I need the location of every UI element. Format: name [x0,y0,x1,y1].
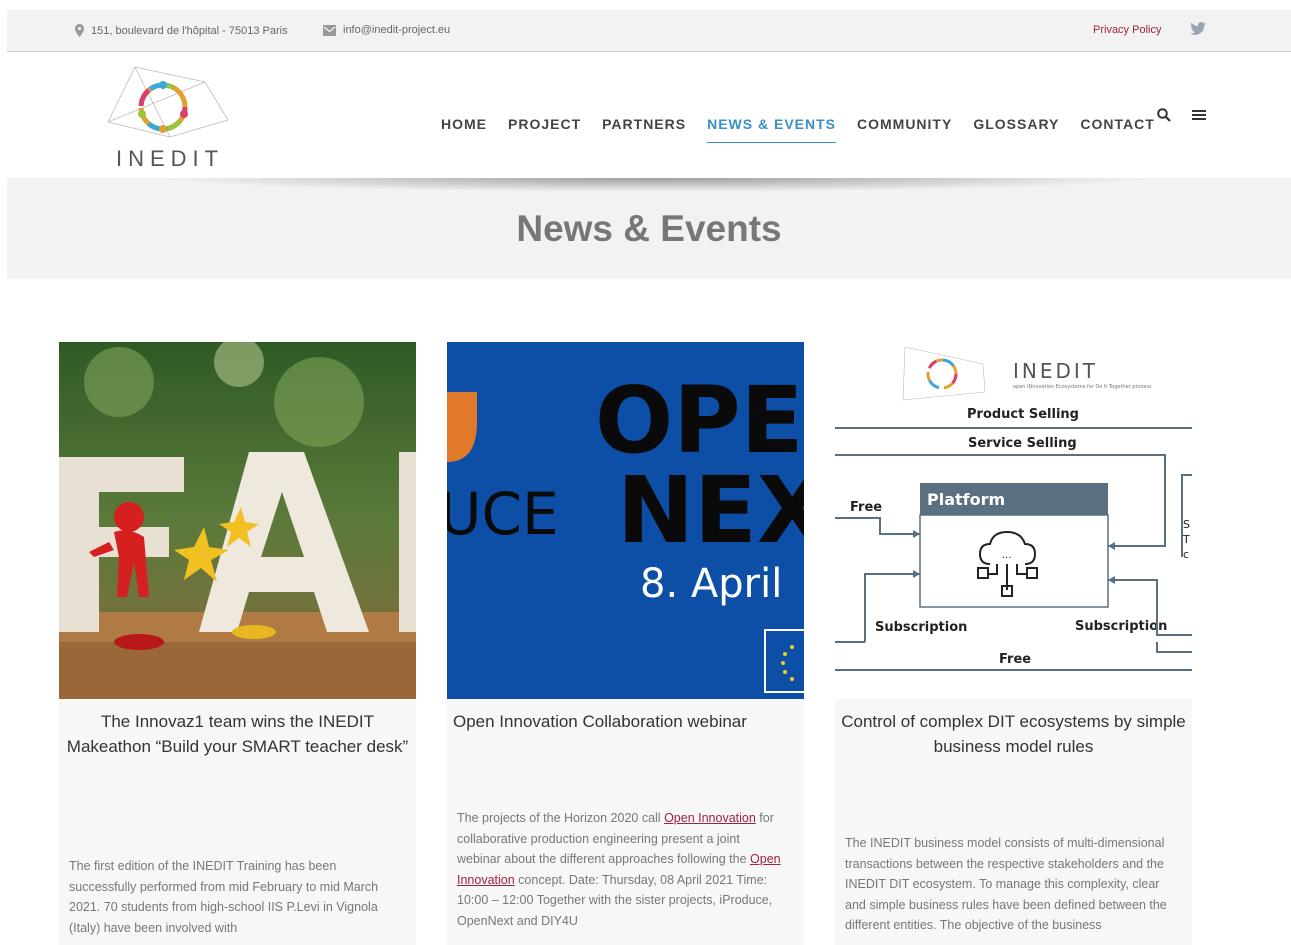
top-bar: 151, boulevard de l'hôpital - 75013 Pari… [7,10,1291,52]
hamburger-menu-icon[interactable] [1192,108,1206,126]
news-card[interactable]: INEDIT open INnovation Ecosystems for Do… [835,342,1192,945]
email-link[interactable]: info@inedit-project.eu [343,24,450,36]
logo-text: INEDIT [116,146,225,171]
main-nav: HOME PROJECT PARTNERS NEWS & EVENTS COMM… [441,116,1176,143]
cut-text-s: S [1183,518,1190,531]
diagram-tagline: open INnovation Ecosystems for Do It Tog… [1013,384,1152,390]
search-icon[interactable] [1157,108,1171,127]
site-header: INEDIT HOME PROJECT PARTNERS NEWS & EVEN… [0,52,1291,178]
cloud-dots: ... [1002,550,1012,561]
logo-network-icon [107,66,229,138]
uce-word: UCE [447,480,559,548]
excerpt-text: The projects of the Horizon 2020 call [457,811,665,825]
nav-community[interactable]: COMMUNITY [857,116,952,143]
address-text: 151, boulevard de l'hôpital - 75013 Pari… [91,24,288,37]
free-bottom-label: Free [999,652,1031,667]
platform-label: Platform [927,490,1005,509]
page-hero: News & Events [7,178,1291,279]
subscription-left-label: Subscription [875,620,967,635]
card-title[interactable]: The Innovaz1 team wins the INEDIT Makeat… [65,709,410,759]
card-excerpt: The projects of the Horizon 2020 call Op… [457,808,785,932]
product-selling-label: Product Selling [967,407,1079,422]
card-excerpt: The INEDIT business model consists of mu… [845,836,1167,933]
email-item[interactable]: info@inedit-project.eu [323,24,450,36]
address-item: 151, boulevard de l'hôpital - 75013 Pari… [75,24,288,37]
card-title[interactable]: Control of complex DIT ecosystems by sim… [841,709,1186,759]
envelope-icon [323,24,336,36]
service-selling-label: Service Selling [968,436,1077,451]
news-card[interactable]: OPEN NEXT UCE 8. April Open Innovation C… [447,342,804,945]
free-left-label: Free [850,500,882,515]
page-title: News & Events [516,208,782,249]
header-shadow [157,178,1157,192]
nav-glossary[interactable]: GLOSSARY [973,116,1059,143]
open-innovation-link[interactable]: Open Innovation [664,811,756,825]
nav-project[interactable]: PROJECT [508,116,581,143]
cut-text-t: T [1182,533,1190,546]
card-excerpt: The first edition of the INEDIT Training… [69,859,379,935]
card-image-webinar[interactable]: OPEN NEXT UCE 8. April [447,342,804,699]
nav-news-events[interactable]: NEWS & EVENTS [707,116,836,143]
diagram-brand: INEDIT [1013,359,1098,383]
card-image-business-model[interactable]: INEDIT open INnovation Ecosystems for Do… [835,342,1192,699]
inedit-logo[interactable]: INEDIT [100,62,240,174]
cut-text-c: c [1183,548,1189,561]
twitter-icon[interactable] [1190,22,1206,38]
map-pin-icon [75,24,84,37]
card-image-makeathon[interactable] [59,342,416,699]
nav-home[interactable]: HOME [441,116,487,143]
next-word: NEXT [617,457,804,564]
subscription-right-label: Subscription [1075,619,1167,634]
date-text: 8. April [640,561,782,607]
news-card[interactable]: The Innovaz1 team wins the INEDIT Makeat… [59,342,416,945]
nav-partners[interactable]: PARTNERS [602,116,686,143]
card-title[interactable]: Open Innovation Collaboration webinar [453,709,798,734]
privacy-policy-link[interactable]: Privacy Policy [1093,24,1161,36]
nav-contact[interactable]: CONTACT [1080,116,1154,143]
